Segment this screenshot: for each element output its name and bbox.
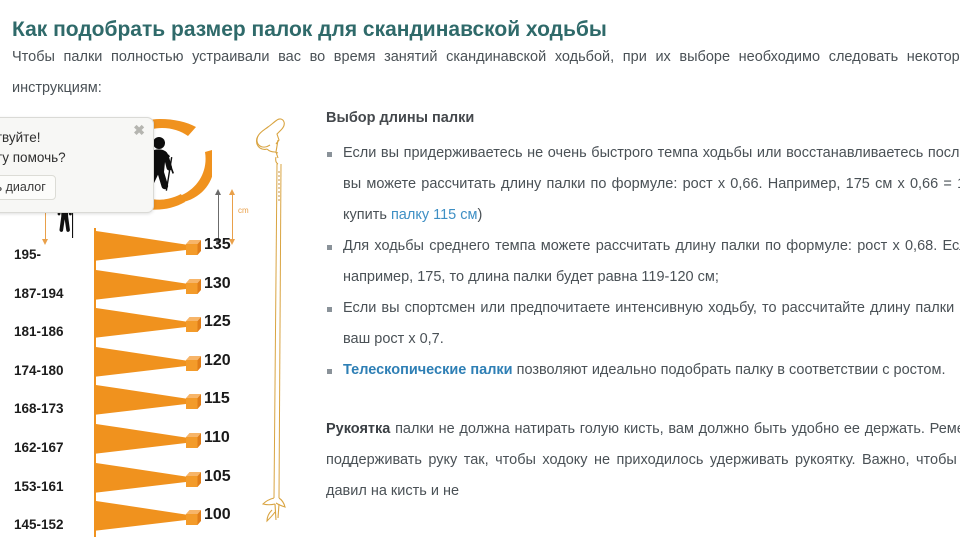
page-title: Как подобрать размер палок для скандинав… <box>12 18 607 42</box>
wedge-bar <box>96 346 188 377</box>
intro-paragraph: Чтобы палки полностью устраивали вас во … <box>12 49 960 96</box>
row-height-range: 145-152 <box>14 517 64 533</box>
row-height-range: 153-161 <box>14 478 64 494</box>
table-row: 168-173 115 <box>0 382 312 421</box>
row-pole-length: 105 <box>204 467 231 485</box>
handle-paragraph: Рукоятка палки не должна натирать голую … <box>326 414 960 507</box>
cube-marker-icon <box>186 317 201 333</box>
telescopic-rest-text: позволяют идеально подобрать палку в соо… <box>512 362 946 378</box>
row-pole-length: 110 <box>204 429 230 446</box>
handle-keyword: Рукоятка <box>326 421 391 437</box>
telescopic-poles-link[interactable]: Телескопические палки <box>343 362 513 378</box>
bullet-2-text: Для ходьбы среднего темпа можете рассчит… <box>343 238 960 285</box>
instruction-list: Если вы придерживаетесь не очень быстрог… <box>326 138 960 386</box>
row-height-range: 187-194 <box>14 285 64 301</box>
start-dialog-button[interactable]: Начать диалог <box>0 175 56 200</box>
page-root: Как подобрать размер палок для скандинав… <box>0 0 960 539</box>
bullet-1-post: ) <box>477 207 483 223</box>
row-height-range: 195- <box>14 247 42 262</box>
cube-marker-icon <box>186 394 201 410</box>
chat-greeting-text: Здравствуйте! <box>0 130 41 145</box>
row-height-range: 181-186 <box>14 324 64 340</box>
cube-marker-icon <box>186 510 201 526</box>
wedge-bar <box>96 385 188 416</box>
content-heading: Выбор длины палки <box>326 110 475 126</box>
cube-marker-icon <box>186 433 201 448</box>
row-pole-length: 130 <box>204 274 231 292</box>
table-row: 174-180 120 <box>0 344 312 383</box>
table-row: 181-186 125 <box>0 305 312 344</box>
wedge-bar <box>96 423 188 454</box>
table-row: 187-194 130 <box>0 267 312 306</box>
chart-rows: 195- 135 187-194 130 181-186 125 174-180… <box>0 228 312 538</box>
row-pole-length: 115 <box>204 390 230 408</box>
row-height-range: 168-173 <box>14 401 64 417</box>
bullet-3-text: Если вы спортсмен или предпочитаете инте… <box>343 300 960 347</box>
chat-question-text: Чем могу помочь? <box>0 150 66 165</box>
wedge-bar <box>96 501 188 531</box>
table-row: 195- 135 <box>0 228 312 267</box>
cube-marker-icon <box>186 471 201 487</box>
row-pole-length: 125 <box>204 313 231 331</box>
row-height-range: 174-180 <box>14 362 64 378</box>
wedge-bar <box>96 462 188 493</box>
wedge-bar <box>96 269 188 300</box>
row-pole-length: 100 <box>204 506 231 524</box>
row-pole-length: 120 <box>204 351 231 369</box>
table-row: 145-152 100 <box>0 498 312 537</box>
cube-marker-icon <box>186 278 201 294</box>
list-item: Для ходьбы среднего темпа можете рассчит… <box>326 231 960 293</box>
table-row: 153-161 105 <box>0 460 312 499</box>
handle-rest-text: палки не должна натирать голую кисть, ва… <box>326 421 960 499</box>
pole-115-link[interactable]: палку 115 см <box>391 207 478 223</box>
wedge-bar <box>96 308 188 338</box>
list-item: Если вы спортсмен или предпочитаете инте… <box>326 293 960 355</box>
wedge-bar <box>96 230 188 261</box>
table-row: 162-167 110 <box>0 421 312 460</box>
row-height-range: 162-167 <box>14 440 64 455</box>
row-pole-length: 135 <box>204 236 231 253</box>
list-item: Если вы придерживаетесь не очень быстрог… <box>326 138 960 231</box>
list-item: Телескопические палки позволяют идеально… <box>326 355 960 386</box>
article-content: Выбор длины палки Если вы придерживаетес… <box>326 110 960 507</box>
cube-marker-icon <box>186 240 201 255</box>
cube-marker-icon <box>186 355 201 371</box>
chat-widget[interactable]: ✖ Здравствуйте! Чем могу помочь? Начать … <box>0 117 154 213</box>
close-icon[interactable]: ✖ <box>133 123 145 137</box>
